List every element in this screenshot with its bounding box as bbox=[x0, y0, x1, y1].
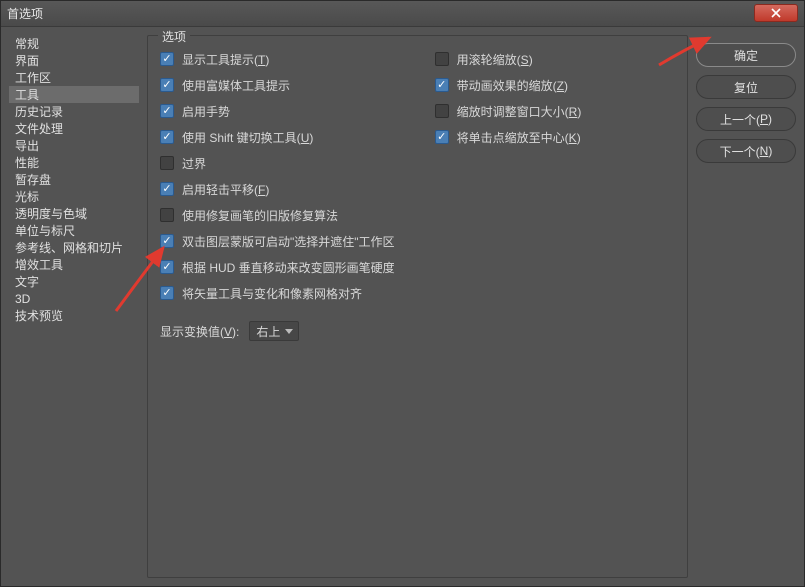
option-row-left-5: 启用轻击平移(F) bbox=[160, 180, 395, 198]
checkbox[interactable] bbox=[160, 208, 174, 222]
checkbox-label: 启用轻击平移(F) bbox=[182, 181, 269, 198]
options-group: 选项 显示工具提示(T)使用富媒体工具提示启用手势使用 Shift 键切换工具(… bbox=[147, 35, 688, 578]
transform-row: 显示变换值(V): 右上 bbox=[160, 320, 675, 342]
option-row-right-0: 用滚轮缩放(S) bbox=[435, 50, 582, 68]
sidebar-item-1[interactable]: 界面 bbox=[9, 52, 139, 69]
sidebar-item-9[interactable]: 光标 bbox=[9, 188, 139, 205]
option-row-left-3: 使用 Shift 键切换工具(U) bbox=[160, 128, 395, 146]
checkbox[interactable] bbox=[160, 52, 174, 66]
checkbox[interactable] bbox=[160, 104, 174, 118]
transform-select[interactable]: 右上 bbox=[249, 321, 299, 341]
option-row-left-0: 显示工具提示(T) bbox=[160, 50, 395, 68]
checkbox[interactable] bbox=[435, 78, 449, 92]
option-row-right-1: 带动画效果的缩放(Z) bbox=[435, 76, 582, 94]
option-row-left-1: 使用富媒体工具提示 bbox=[160, 76, 395, 94]
sidebar-item-7[interactable]: 性能 bbox=[9, 154, 139, 171]
checkbox[interactable] bbox=[435, 104, 449, 118]
ok-button[interactable]: 确定 bbox=[696, 43, 796, 67]
sidebar-item-6[interactable]: 导出 bbox=[9, 137, 139, 154]
option-row-left-4: 过界 bbox=[160, 154, 395, 172]
checkbox-label: 过界 bbox=[182, 155, 206, 172]
checkbox[interactable] bbox=[435, 52, 449, 66]
sidebar-item-13[interactable]: 增效工具 bbox=[9, 256, 139, 273]
option-row-right-2: 缩放时调整窗口大小(R) bbox=[435, 102, 582, 120]
sidebar-item-4[interactable]: 历史记录 bbox=[9, 103, 139, 120]
checkbox-label: 将单击点缩放至中心(K) bbox=[457, 129, 581, 146]
checkbox-label: 显示工具提示(T) bbox=[182, 51, 269, 68]
checkbox-label: 用滚轮缩放(S) bbox=[457, 51, 533, 68]
checkbox[interactable] bbox=[160, 234, 174, 248]
reset-button[interactable]: 复位 bbox=[696, 75, 796, 99]
option-row-left-2: 启用手势 bbox=[160, 102, 395, 120]
options-col-left: 显示工具提示(T) 使用富媒体工具提示启用手势使用 Shift 键切换工具(U) 过… bbox=[160, 50, 395, 302]
titlebar: 首选项 bbox=[1, 1, 804, 27]
prev-button[interactable]: 上一个(P) bbox=[696, 107, 796, 131]
sidebar-item-14[interactable]: 文字 bbox=[9, 273, 139, 290]
group-label: 选项 bbox=[158, 28, 190, 45]
checkbox-label: 启用手势 bbox=[182, 103, 230, 120]
next-button[interactable]: 下一个(N) bbox=[696, 139, 796, 163]
sidebar-item-8[interactable]: 暂存盘 bbox=[9, 171, 139, 188]
checkbox-label: 根据 HUD 垂直移动来改变圆形画笔硬度 bbox=[182, 259, 395, 276]
checkbox-label: 使用 Shift 键切换工具(U) bbox=[182, 129, 313, 146]
checkbox[interactable] bbox=[160, 156, 174, 170]
option-row-left-8: 根据 HUD 垂直移动来改变圆形画笔硬度 bbox=[160, 258, 395, 276]
checkbox[interactable] bbox=[160, 286, 174, 300]
sidebar-item-15[interactable]: 3D bbox=[9, 290, 139, 307]
sidebar-item-0[interactable]: 常规 bbox=[9, 35, 139, 52]
window-title: 首选项 bbox=[7, 5, 43, 22]
checkbox[interactable] bbox=[160, 78, 174, 92]
sidebar-item-3[interactable]: 工具 bbox=[9, 86, 139, 103]
transform-label: 显示变换值(V): bbox=[160, 323, 239, 340]
checkbox-label: 使用富媒体工具提示 bbox=[182, 77, 290, 94]
checkbox-label: 缩放时调整窗口大小(R) bbox=[457, 103, 582, 120]
checkbox-label: 使用修复画笔的旧版修复算法 bbox=[182, 207, 338, 224]
sidebar: 常规界面工作区工具历史记录文件处理导出性能暂存盘光标透明度与色域单位与标尺参考线… bbox=[9, 35, 139, 578]
sidebar-item-11[interactable]: 单位与标尺 bbox=[9, 222, 139, 239]
options-col-right: 用滚轮缩放(S) 带动画效果的缩放(Z) 缩放时调整窗口大小(R) 将单击点缩放至中心… bbox=[435, 50, 582, 302]
option-row-left-9: 将矢量工具与变化和像素网格对齐 bbox=[160, 284, 395, 302]
checkbox[interactable] bbox=[160, 130, 174, 144]
checkbox-label: 将矢量工具与变化和像素网格对齐 bbox=[182, 285, 362, 302]
checkbox[interactable] bbox=[435, 130, 449, 144]
sidebar-item-16[interactable]: 技术预览 bbox=[9, 307, 139, 324]
checkbox-label: 带动画效果的缩放(Z) bbox=[457, 77, 568, 94]
option-row-right-3: 将单击点缩放至中心(K) bbox=[435, 128, 582, 146]
checkbox-label: 双击图层蒙版可启动"选择并遮住"工作区 bbox=[182, 233, 395, 250]
transform-select-value: 右上 bbox=[256, 323, 280, 340]
option-row-left-7: 双击图层蒙版可启动"选择并遮住"工作区 bbox=[160, 232, 395, 250]
sidebar-item-2[interactable]: 工作区 bbox=[9, 69, 139, 86]
close-button[interactable] bbox=[754, 4, 798, 22]
sidebar-item-12[interactable]: 参考线、网格和切片 bbox=[9, 239, 139, 256]
close-icon bbox=[771, 8, 781, 18]
option-row-left-6: 使用修复画笔的旧版修复算法 bbox=[160, 206, 395, 224]
checkbox[interactable] bbox=[160, 260, 174, 274]
sidebar-item-5[interactable]: 文件处理 bbox=[9, 120, 139, 137]
sidebar-item-10[interactable]: 透明度与色域 bbox=[9, 205, 139, 222]
checkbox[interactable] bbox=[160, 182, 174, 196]
